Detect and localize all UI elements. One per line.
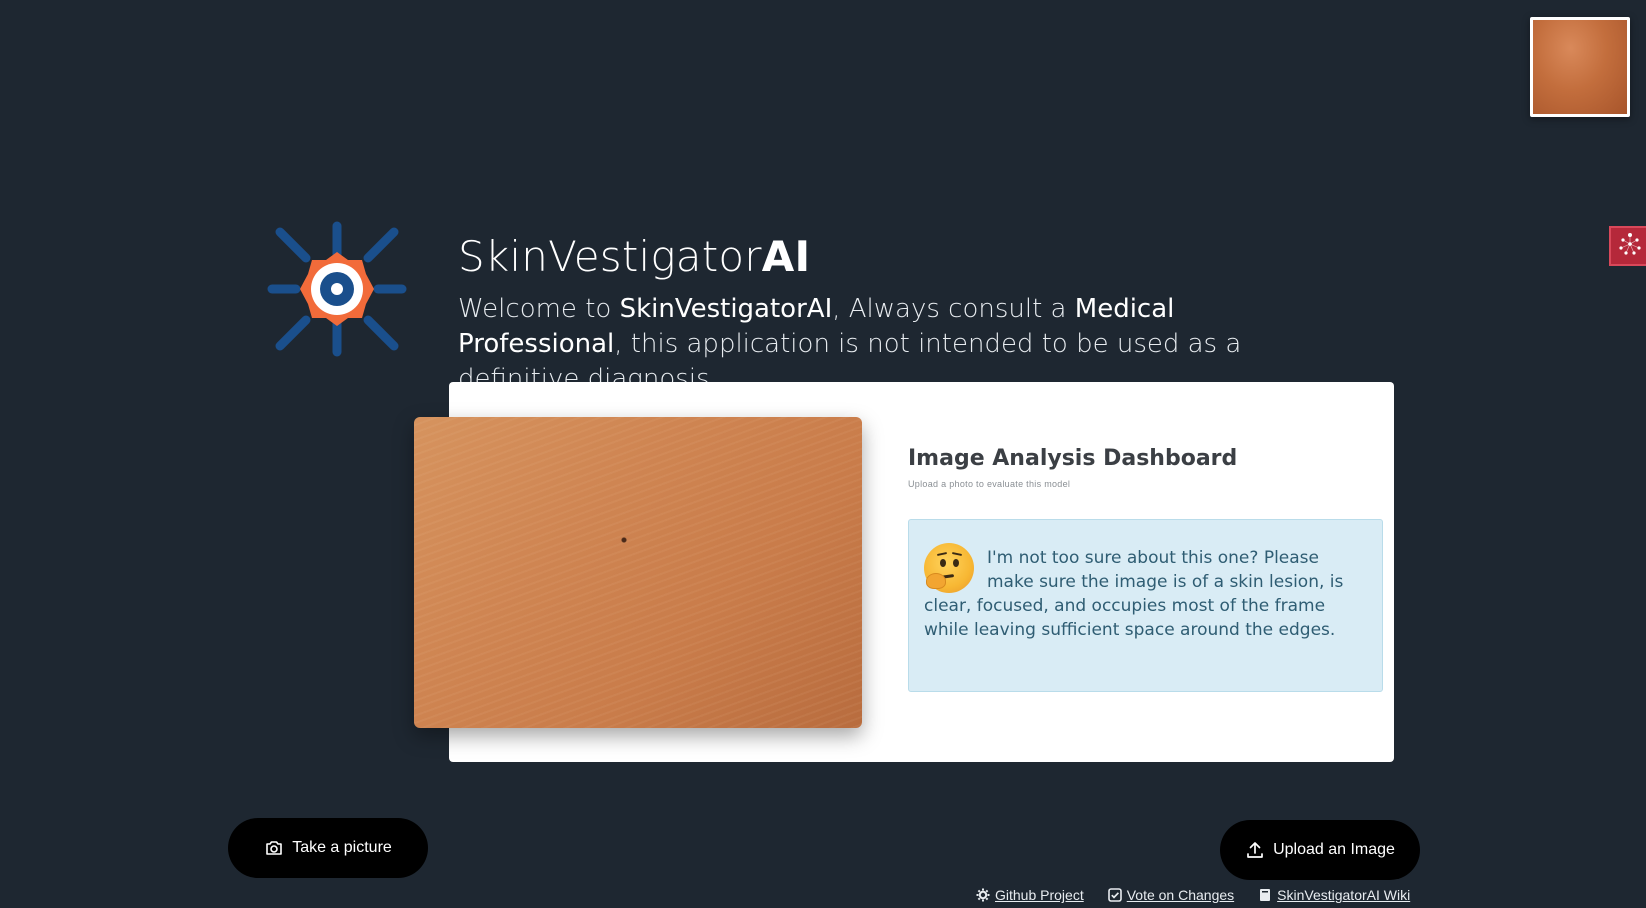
app-title: SkinVestigatorAI [458,232,811,281]
take-picture-button[interactable]: Take a picture [228,818,428,878]
uploaded-image-thumbnail[interactable] [1530,17,1630,117]
page: SkinVestigatorAI Welcome to SkinVestigat… [0,0,1646,908]
app-logo [264,216,410,362]
thinking-face-icon [924,543,974,593]
dashboard-subtitle: Upload a photo to evaluate this model [908,479,1071,489]
camera-icon [264,838,284,858]
take-picture-label: Take a picture [292,839,392,856]
analyzed-skin-image [414,417,862,728]
checkbox-icon [1107,888,1122,902]
network-icon [1617,231,1643,262]
vote-on-changes-link[interactable]: Vote on Changes [1107,887,1234,903]
uncertain-result-alert: I'm not too sure about this one? Please … [908,519,1383,692]
alert-message: I'm not too sure about this one? Please … [924,548,1344,640]
upload-image-button[interactable]: Upload an Image [1220,820,1420,880]
gear-icon [976,888,990,902]
footer-links: Github Project Vote on Changes SkinVesti… [976,887,1410,903]
dashboard-title: Image Analysis Dashboard [908,446,1238,471]
upload-image-label: Upload an Image [1273,841,1395,858]
github-project-link[interactable]: Github Project [976,887,1084,903]
side-panel-tab[interactable] [1609,226,1646,266]
wiki-link[interactable]: SkinVestigatorAI Wiki [1258,887,1410,903]
upload-icon [1245,840,1265,860]
book-icon [1258,888,1272,902]
